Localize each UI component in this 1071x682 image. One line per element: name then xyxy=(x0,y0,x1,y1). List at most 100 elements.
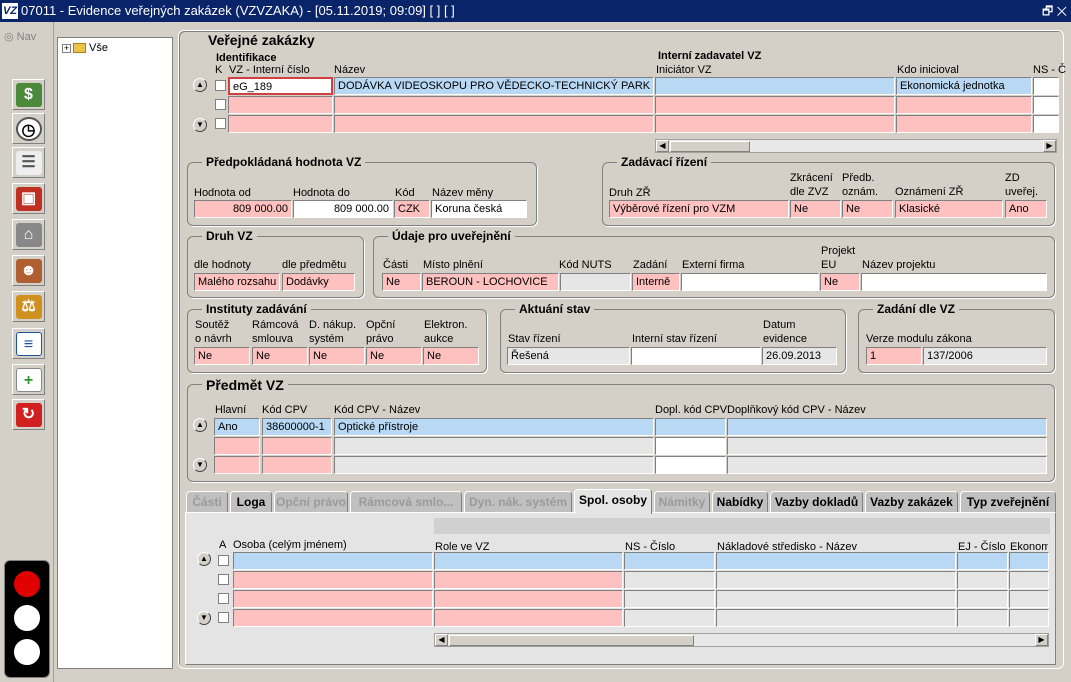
scroll-thumb[interactable] xyxy=(670,141,750,152)
nazev-field[interactable]: DODÁVKA VIDEOSKOPU PRO VĚDECKO-TECHNICKÝ… xyxy=(334,77,654,95)
scroll-down-icon[interactable]: ▼ xyxy=(193,458,207,472)
dnakup-field[interactable]: Ne xyxy=(309,347,365,365)
kdo-field[interactable]: Ekonomická jednotka xyxy=(896,77,1032,95)
ekonomi-field[interactable] xyxy=(1009,590,1049,608)
vz-number-field[interactable] xyxy=(228,96,333,114)
hodnota-od-field[interactable]: 809 000.00 xyxy=(194,200,292,218)
tab-loga[interactable]: Loga xyxy=(230,491,272,513)
scroll-up-icon[interactable]: ▲ xyxy=(193,78,207,92)
casti-field[interactable]: Ne xyxy=(382,273,421,291)
iniciator-field[interactable] xyxy=(655,115,895,133)
nav-toggle[interactable]: ◎ Nav xyxy=(4,30,36,43)
predb-field[interactable]: Ne xyxy=(842,200,893,218)
money-button[interactable]: $ xyxy=(12,79,45,110)
checkbox-a[interactable] xyxy=(218,574,229,585)
ekonomi-field[interactable] xyxy=(1009,609,1049,627)
dle-hodnoty-field[interactable]: Malého rozsahu xyxy=(194,273,280,291)
soutez-field[interactable]: Ne xyxy=(194,347,250,365)
kdo-field[interactable] xyxy=(896,115,1032,133)
ej-field[interactable] xyxy=(957,590,1008,608)
zd-field[interactable]: Ano xyxy=(1005,200,1047,218)
ej-field[interactable] xyxy=(957,571,1008,589)
nazev-field[interactable] xyxy=(334,96,654,114)
add-button[interactable]: + xyxy=(12,364,45,395)
hodnota-do-field[interactable]: 809 000.00 xyxy=(293,200,393,218)
scroll-right-icon[interactable]: ▶ xyxy=(1035,634,1048,646)
vz-number-field[interactable] xyxy=(228,115,333,133)
clock-button[interactable]: ◷ xyxy=(12,113,45,144)
tab-vazby-zakazek[interactable]: Vazby zakázek xyxy=(865,491,958,513)
tree-item-all[interactable]: + Vše xyxy=(62,42,108,54)
checkbox-a[interactable] xyxy=(218,612,229,623)
checkbox-k[interactable] xyxy=(215,118,226,129)
scroll-right-icon[interactable]: ▶ xyxy=(1043,140,1056,152)
ns-field[interactable] xyxy=(1033,77,1059,95)
naklad-field[interactable] xyxy=(716,552,956,570)
osoba-field[interactable] xyxy=(233,571,433,589)
dopl-nazev-field[interactable] xyxy=(727,456,1047,474)
dopl-kod-field[interactable] xyxy=(655,437,726,455)
zadani-field[interactable]: Interně xyxy=(632,273,680,291)
interni-stav-field[interactable] xyxy=(631,347,761,365)
osoba-field[interactable] xyxy=(233,552,433,570)
dopl-kod-field[interactable] xyxy=(655,418,726,436)
misto-field[interactable]: BEROUN - LOCHOVICE xyxy=(422,273,559,291)
tab-typ-zverejneni[interactable]: Typ zveřejnění xyxy=(960,491,1056,513)
factory-button[interactable]: ⌂ xyxy=(12,219,45,250)
ekonomi-field[interactable] xyxy=(1009,552,1049,570)
aukce-field[interactable]: Ne xyxy=(423,347,479,365)
datum-field[interactable]: 26.09.2013 xyxy=(762,347,837,365)
ej-field[interactable] xyxy=(957,552,1008,570)
firma-field[interactable] xyxy=(681,273,819,291)
stav-field[interactable]: Řešená xyxy=(507,347,630,365)
cpv-nazev-field[interactable]: Optické přístroje xyxy=(334,418,654,436)
ns-field[interactable] xyxy=(1033,115,1059,133)
cpv-nazev-field[interactable] xyxy=(334,456,654,474)
nazev-field[interactable] xyxy=(334,115,654,133)
role-field[interactable] xyxy=(434,552,623,570)
kod-cpv-field[interactable] xyxy=(262,456,332,474)
hlavni-field[interactable] xyxy=(214,456,260,474)
ekonomi-field[interactable] xyxy=(1009,571,1049,589)
scroll-down-icon[interactable]: ▼ xyxy=(193,118,207,132)
iniciator-field[interactable] xyxy=(655,77,895,95)
scroll-up-icon[interactable]: ▲ xyxy=(193,418,207,432)
ns-cislo-field[interactable] xyxy=(624,552,715,570)
scroll-left-icon[interactable]: ◀ xyxy=(656,140,669,152)
ns-cislo-field[interactable] xyxy=(624,571,715,589)
scales-button[interactable]: ⚖ xyxy=(12,291,45,322)
oznameni-field[interactable]: Klasické xyxy=(895,200,1003,218)
druh-zr-field[interactable]: Výběrové řízení pro VZM xyxy=(609,200,789,218)
tab-opcni-pravo[interactable]: Opční právo xyxy=(274,491,348,513)
dle-predmetu-field[interactable]: Dodávky xyxy=(282,273,355,291)
checkbox-k[interactable] xyxy=(215,80,226,91)
tab-dyn-nak-system[interactable]: Dyn. nák. systém xyxy=(464,491,572,513)
checkbox-a[interactable] xyxy=(218,555,229,566)
naklad-field[interactable] xyxy=(716,571,956,589)
nazev-projektu-field[interactable] xyxy=(861,273,1047,291)
dopl-nazev-field[interactable] xyxy=(727,437,1047,455)
osoba-field[interactable] xyxy=(233,609,433,627)
list-button[interactable]: ☰ xyxy=(12,147,45,178)
ns-cislo-field[interactable] xyxy=(624,590,715,608)
zakon-field[interactable]: 137/2006 xyxy=(923,347,1047,365)
zkraceni-field[interactable]: Ne xyxy=(790,200,841,218)
checkbox-a[interactable] xyxy=(218,593,229,604)
tab-casti[interactable]: Části xyxy=(186,491,228,513)
dopl-kod-field[interactable] xyxy=(655,456,726,474)
naklad-field[interactable] xyxy=(716,590,956,608)
hlavni-field[interactable] xyxy=(214,437,260,455)
dopl-nazev-field[interactable] xyxy=(727,418,1047,436)
ej-field[interactable] xyxy=(957,609,1008,627)
kod-cpv-field[interactable]: 38600000-1 xyxy=(262,418,332,436)
nuts-field[interactable] xyxy=(560,273,631,291)
briefcase-button[interactable]: ▣ xyxy=(12,183,45,214)
ns-cislo-field[interactable] xyxy=(624,609,715,627)
horizontal-scrollbar[interactable]: ◀ ▶ xyxy=(434,633,1049,647)
kdo-field[interactable] xyxy=(896,96,1032,114)
tab-vazby-dokladu[interactable]: Vazby dokladů xyxy=(770,491,863,513)
document-button[interactable]: ≡ xyxy=(12,328,45,359)
kod-field[interactable]: CZK xyxy=(394,200,430,218)
ramcova-field[interactable]: Ne xyxy=(252,347,308,365)
refresh-button[interactable]: ↻ xyxy=(12,399,45,430)
